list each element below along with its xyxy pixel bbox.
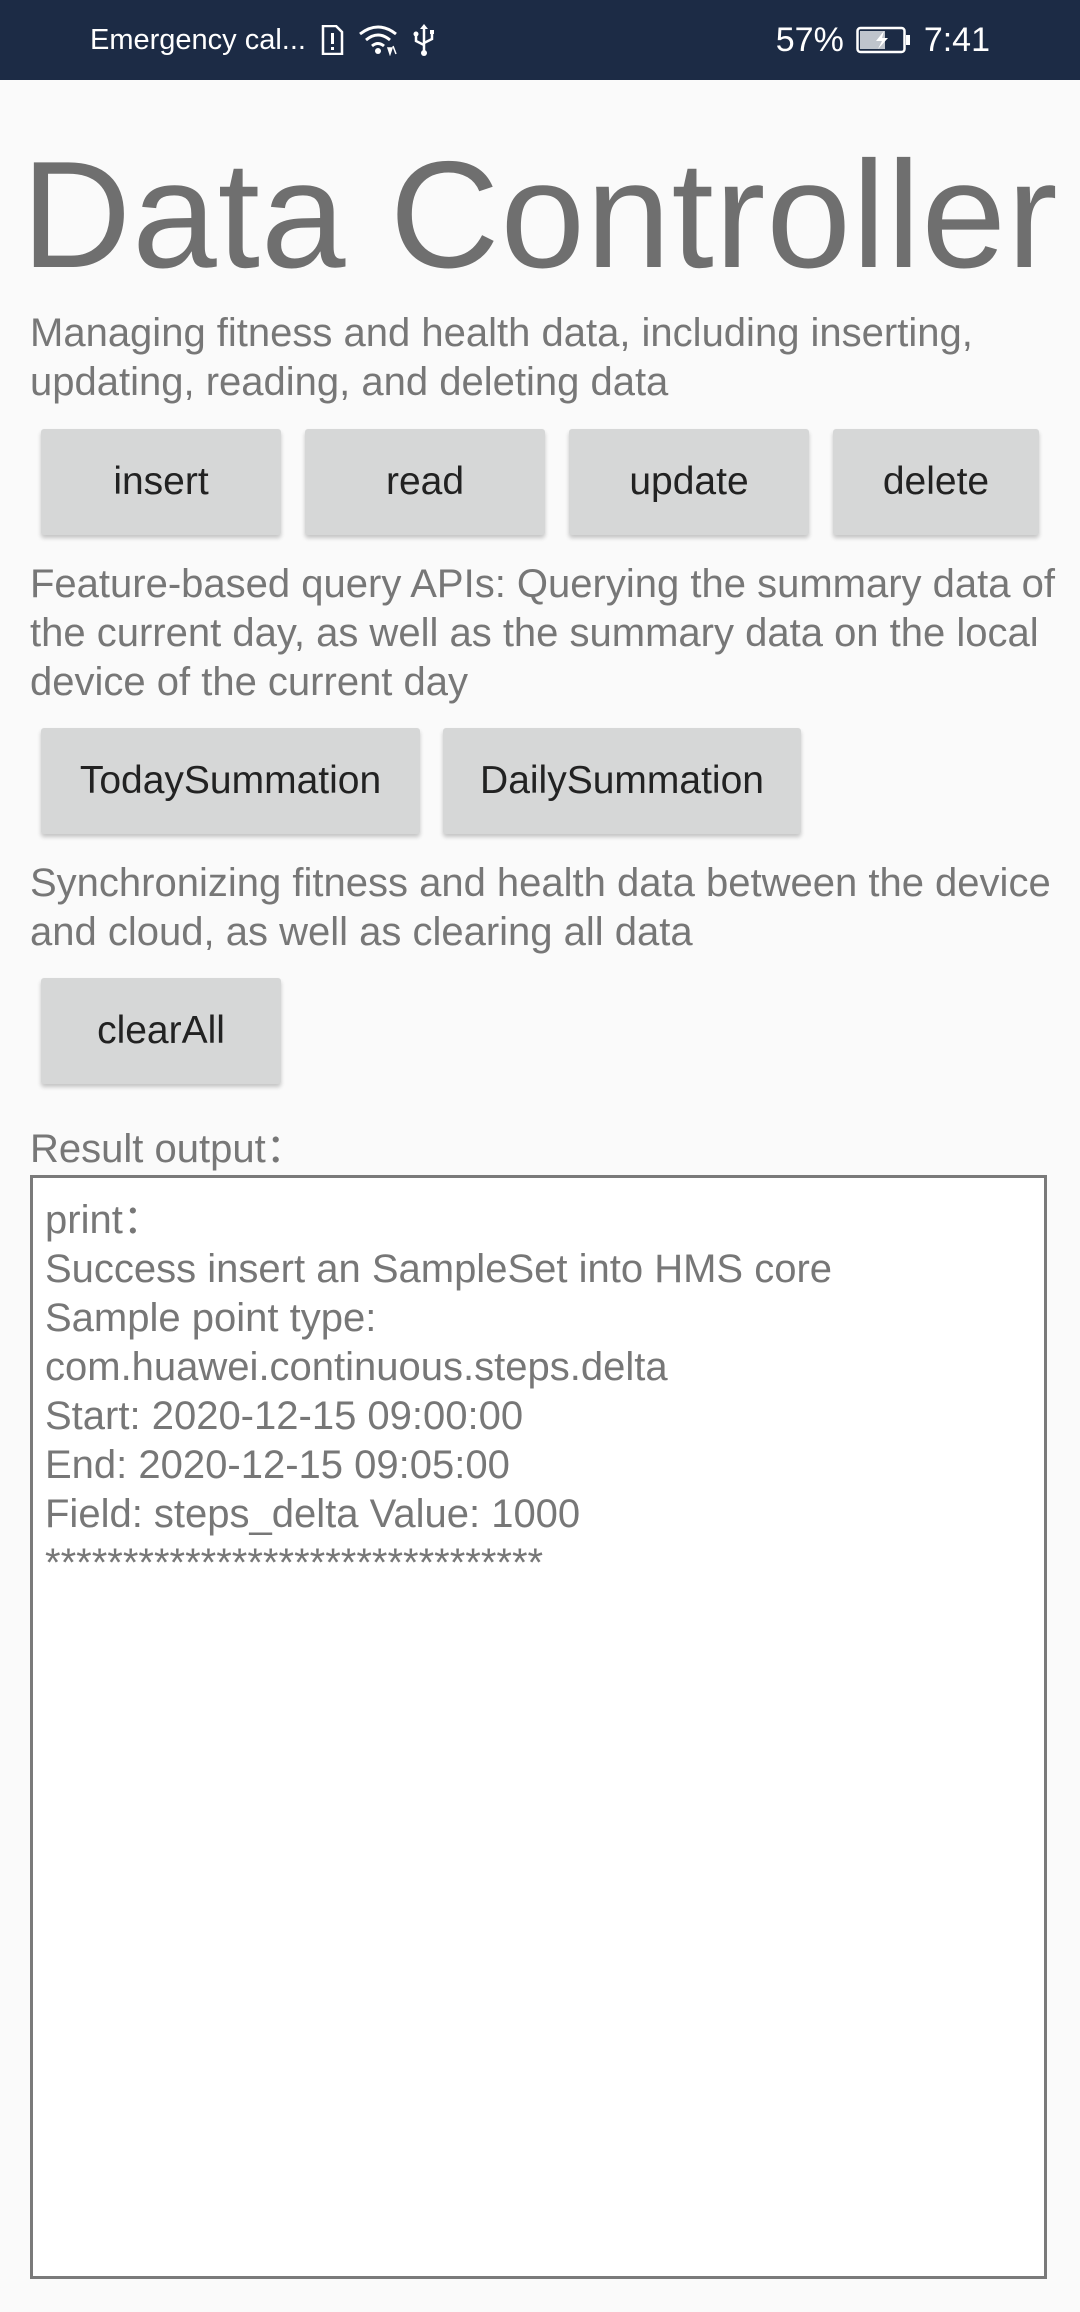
- result-output-box[interactable]: print： Success insert an SampleSet into …: [30, 1175, 1047, 2279]
- result-line: Start: 2020-12-15 09:00:00: [45, 1394, 524, 1438]
- carrier-text: Emergency cal...: [90, 23, 306, 56]
- crud-description: Managing fitness and health data, includ…: [30, 311, 973, 404]
- page-title: Data Controller: [21, 130, 1059, 300]
- result-line: com.huawei.continuous.steps.delta: [45, 1345, 668, 1389]
- result-line: End: 2020-12-15 09:05:00: [45, 1443, 510, 1487]
- result-line: Sample point type:: [45, 1296, 377, 1340]
- clear-all-button[interactable]: clearAll: [41, 978, 281, 1084]
- usb-icon: [412, 23, 436, 57]
- result-line: Field: steps_delta Value: 1000: [45, 1492, 581, 1536]
- result-line: Success insert an SampleSet into HMS cor…: [45, 1247, 833, 1291]
- daily-summation-button[interactable]: DailySummation: [443, 728, 801, 834]
- sim-alert-icon: [320, 25, 344, 55]
- status-bar: Emergency cal... 57% 7:41: [0, 0, 1080, 80]
- clock: 7:41: [923, 20, 990, 59]
- sync-description: Synchronizing fitness and health data be…: [30, 861, 1051, 954]
- query-description: Feature-based query APIs: Querying the s…: [30, 562, 1055, 704]
- delete-button[interactable]: delete: [833, 429, 1039, 535]
- status-left: Emergency cal...: [90, 0, 436, 80]
- wifi-icon: [358, 24, 398, 56]
- insert-button[interactable]: insert: [41, 429, 281, 535]
- battery-percent: 57%: [775, 20, 844, 59]
- result-output-label: Result output：: [30, 1127, 306, 1171]
- today-summation-button[interactable]: TodaySummation: [41, 728, 420, 834]
- update-button[interactable]: update: [569, 429, 809, 535]
- status-right: 57% 7:41: [776, 0, 990, 80]
- read-button[interactable]: read: [305, 429, 545, 535]
- result-line: ********************************: [45, 1541, 544, 1585]
- battery-charging-icon: [856, 26, 912, 54]
- result-line: print：: [45, 1198, 163, 1242]
